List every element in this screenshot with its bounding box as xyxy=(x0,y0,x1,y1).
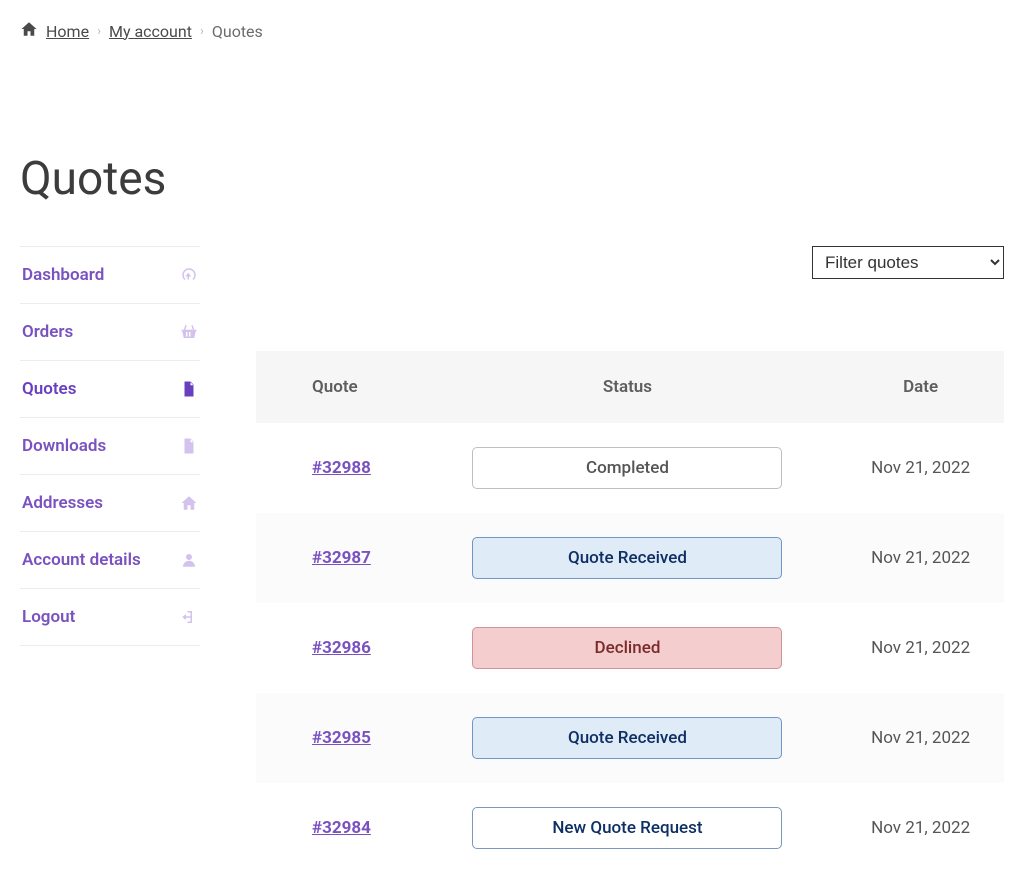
sidebar: Dashboard Orders Quotes Downloads Addresses A… xyxy=(20,246,200,873)
sidebar-item-label: Addresses xyxy=(22,493,103,513)
col-header-quote: Quote xyxy=(256,351,418,423)
table-row: #32985 Quote Received Nov 21, 2022 xyxy=(256,693,1004,783)
sidebar-item-label: Account details xyxy=(22,550,141,570)
sidebar-item-quotes[interactable]: Quotes xyxy=(20,360,200,417)
sidebar-item-label: Dashboard xyxy=(22,265,104,285)
sidebar-item-addresses[interactable]: Addresses xyxy=(20,474,200,531)
quote-date: Nov 21, 2022 xyxy=(837,603,1004,693)
basket-icon xyxy=(180,323,198,341)
quote-id-link[interactable]: #32984 xyxy=(312,818,371,838)
status-badge: Declined xyxy=(472,627,782,669)
sidebar-item-label: Downloads xyxy=(22,436,106,456)
quote-id-link[interactable]: #32986 xyxy=(312,638,371,658)
sidebar-item-account-details[interactable]: Account details xyxy=(20,531,200,588)
quote-date: Nov 21, 2022 xyxy=(837,693,1004,783)
sidebar-item-label: Logout xyxy=(22,607,75,627)
chevron-right-icon: › xyxy=(200,24,204,39)
breadcrumb-account-link[interactable]: My account xyxy=(109,22,192,41)
file-icon xyxy=(180,380,198,398)
table-row: #32987 Quote Received Nov 21, 2022 xyxy=(256,513,1004,603)
sidebar-item-label: Quotes xyxy=(22,379,76,399)
user-icon xyxy=(180,551,198,569)
page-title: Quotes xyxy=(20,152,1004,206)
col-header-date: Date xyxy=(837,351,1004,423)
quote-id-link[interactable]: #32988 xyxy=(312,458,371,478)
breadcrumb: Home › My account › Quotes xyxy=(20,20,1004,42)
filter-quotes-select[interactable]: Filter quotes xyxy=(812,246,1004,279)
main-content: Filter quotes Quote Status Date #32988 Co… xyxy=(256,246,1004,873)
quote-id-link[interactable]: #32987 xyxy=(312,548,371,568)
breadcrumb-home-link[interactable]: Home xyxy=(46,22,89,41)
status-badge: Completed xyxy=(472,447,782,489)
dashboard-icon xyxy=(180,266,198,284)
breadcrumb-current: Quotes xyxy=(212,22,263,41)
sidebar-item-label: Orders xyxy=(22,322,73,342)
table-row: #32984 New Quote Request Nov 21, 2022 xyxy=(256,783,1004,873)
sidebar-item-orders[interactable]: Orders xyxy=(20,303,200,360)
table-row: #32986 Declined Nov 21, 2022 xyxy=(256,603,1004,693)
quote-date: Nov 21, 2022 xyxy=(837,513,1004,603)
home-icon xyxy=(180,494,198,512)
download-file-icon xyxy=(180,437,198,455)
col-header-status: Status xyxy=(418,351,838,423)
table-row: #32988 Completed Nov 21, 2022 xyxy=(256,423,1004,513)
quotes-table: Quote Status Date #32988 Completed Nov 21,… xyxy=(256,351,1004,873)
chevron-right-icon: › xyxy=(97,24,101,39)
logout-icon xyxy=(180,608,198,626)
quote-date: Nov 21, 2022 xyxy=(837,423,1004,513)
quote-id-link[interactable]: #32985 xyxy=(312,728,371,748)
quote-date: Nov 21, 2022 xyxy=(837,783,1004,873)
sidebar-item-dashboard[interactable]: Dashboard xyxy=(20,246,200,303)
status-badge: New Quote Request xyxy=(472,807,782,849)
home-icon xyxy=(20,20,38,42)
status-badge: Quote Received xyxy=(472,537,782,579)
sidebar-item-logout[interactable]: Logout xyxy=(20,588,200,646)
sidebar-item-downloads[interactable]: Downloads xyxy=(20,417,200,474)
status-badge: Quote Received xyxy=(472,717,782,759)
